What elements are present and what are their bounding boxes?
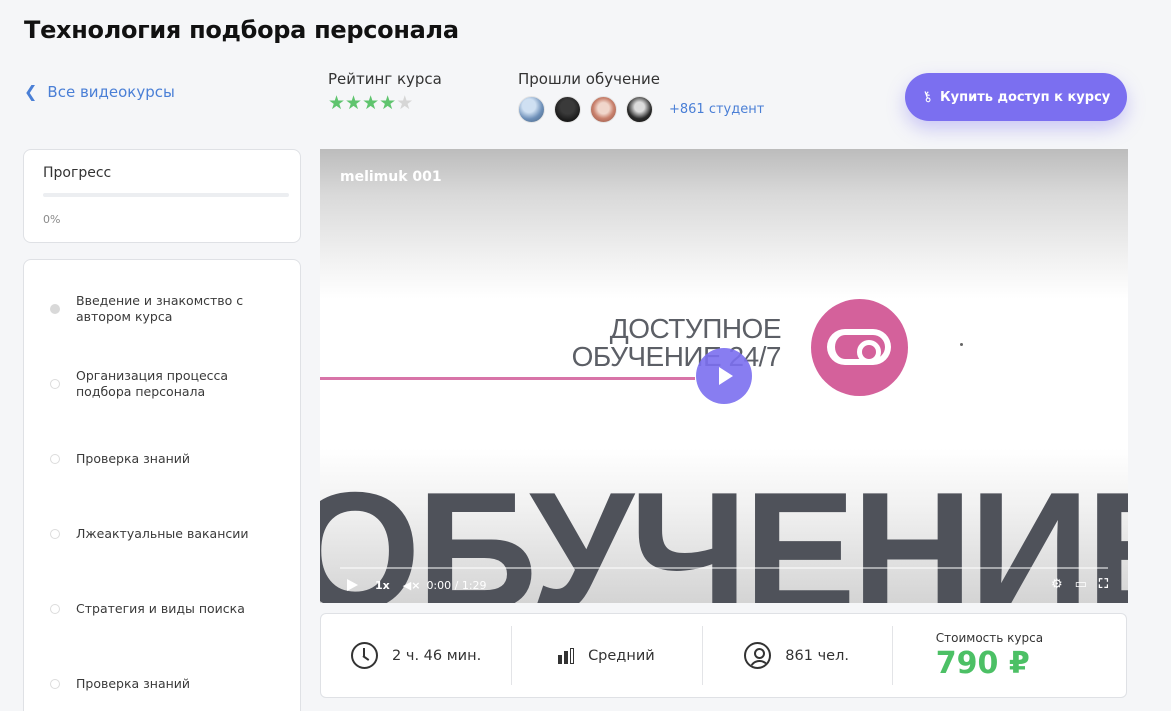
lesson-status-dot [50, 679, 60, 689]
star-icon: ★ [345, 92, 363, 114]
avatar [626, 96, 653, 123]
people-stat: 861 чел. [701, 614, 892, 697]
star-icon: ★ [379, 92, 397, 114]
progress-card: Прогресс 0% [23, 149, 301, 243]
picture-in-picture-icon[interactable]: ▭ [1075, 578, 1087, 592]
promo-divider [320, 377, 695, 380]
lesson-title: Проверка знаний [76, 676, 191, 691]
people-value: 861 чел. [785, 647, 849, 664]
more-students-link[interactable]: +861 студент [669, 102, 764, 117]
progress-bar [43, 193, 289, 197]
lesson-title: Организация процесса подбора персонала [76, 368, 229, 399]
video-promo-text: ДОСТУПНОЕ ОБУЧЕНИЕ 24/7 [572, 313, 782, 371]
lesson-title: Лжеактуальные вакансии [76, 526, 249, 541]
video-controls: 1x ◀× 0:00 / 1:29 ⚙ ▭ ⛶ [340, 577, 1108, 593]
control-play-icon[interactable] [347, 579, 358, 591]
video-title: melimuk 001 [340, 169, 442, 185]
brand-logo [811, 299, 908, 396]
students-label: Прошли обучение [518, 70, 660, 88]
video-time: 0:00 / 1:29 [426, 578, 487, 592]
avatar [554, 96, 581, 123]
play-button[interactable] [696, 348, 752, 404]
level-value: Средний [588, 647, 655, 664]
student-avatars: +861 студент [518, 96, 764, 123]
play-icon [719, 367, 733, 385]
lesson-title: Проверка знаний [76, 451, 191, 466]
avatar [590, 96, 617, 123]
playback-speed-button[interactable]: 1x [375, 579, 390, 592]
duration-value: 2 ч. 46 мин. [392, 647, 482, 664]
course-stats-bar: 2 ч. 46 мин. Средний 861 чел. Стоимость … [320, 613, 1127, 698]
lesson-status-dot [50, 379, 60, 389]
clock-icon [351, 642, 379, 669]
mute-icon[interactable]: ◀× [403, 579, 421, 592]
video-scrubber[interactable] [340, 567, 1108, 569]
star-icon: ★ [362, 92, 380, 114]
video-player[interactable]: melimuk 001 ДОСТУПНОЕ ОБУЧЕНИЕ 24/7 ОБУЧ… [320, 149, 1128, 603]
avatar [518, 96, 545, 123]
lesson-title: Стратегия и виды поиска [76, 601, 245, 616]
lesson-status-dot [50, 454, 60, 464]
lesson-list: Введение и знакомство с автором курса Ор… [23, 259, 301, 711]
settings-gear-icon[interactable]: ⚙ [1051, 578, 1063, 592]
fullscreen-icon[interactable]: ⛶ [1099, 578, 1108, 592]
students-completed: Прошли обучение +861 студент [518, 70, 764, 123]
back-link-label: Все видеокурсы [47, 82, 175, 101]
chevron-left-icon: ❮ [24, 82, 38, 101]
video-frame-detail [960, 343, 963, 346]
lesson-status-dot [50, 604, 60, 614]
star-icon: ★ [396, 92, 414, 114]
duration-stat: 2 ч. 46 мин. [321, 614, 511, 697]
price-stat: Стоимость курса 790 ₽ [891, 614, 1126, 697]
progress-percent: 0% [43, 213, 61, 226]
rating-stars: ★★★★★ [328, 94, 442, 113]
star-icon: ★ [328, 92, 346, 114]
price-label: Стоимость курса [935, 630, 1044, 645]
key-icon: ⚷ [919, 87, 935, 107]
price-value: 790 ₽ [935, 645, 1030, 681]
promo-line-1: ДОСТУПНОЕ [609, 313, 782, 344]
back-to-courses-link[interactable]: ❮ Все видеокурсы [24, 82, 175, 101]
lesson-status-dot [50, 529, 60, 539]
lesson-title: Введение и знакомство с автором курса [76, 293, 244, 324]
course-rating: Рейтинг курса ★★★★★ [328, 70, 442, 113]
page-title: Технология подбора персонала [24, 16, 459, 44]
buy-course-access-button[interactable]: ⚷ Купить доступ к курсу [905, 73, 1127, 121]
lesson-status-dot [50, 304, 60, 314]
buy-button-label: Купить доступ к курсу [940, 89, 1111, 105]
user-icon [744, 642, 772, 669]
progress-title: Прогресс [43, 165, 112, 181]
level-stat: Средний [511, 614, 701, 697]
rating-label: Рейтинг курса [328, 70, 442, 88]
difficulty-bars-icon [558, 647, 575, 664]
